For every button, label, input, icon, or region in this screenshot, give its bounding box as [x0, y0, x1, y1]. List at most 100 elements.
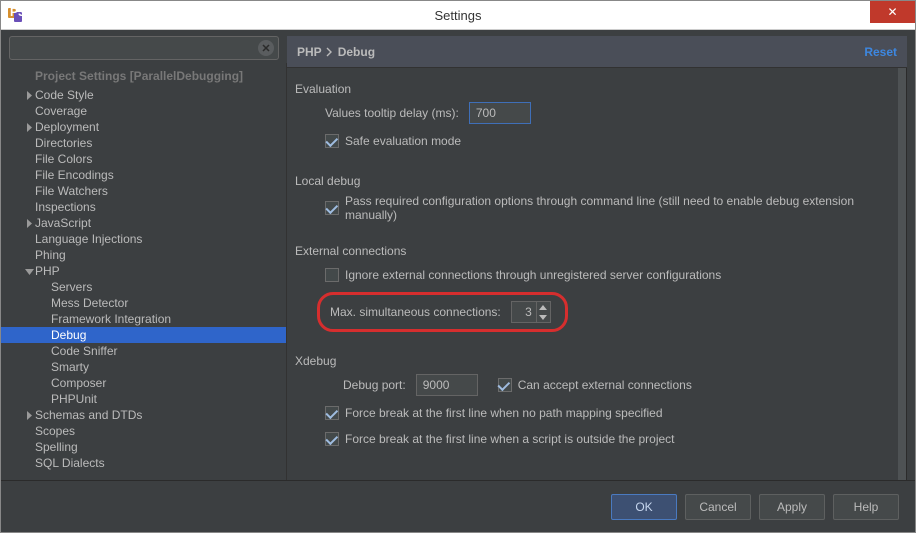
- tree-item-code-style[interactable]: Code Style: [1, 87, 286, 103]
- tree-arrow-icon: [23, 217, 35, 229]
- breadcrumb-php: PHP: [297, 45, 322, 59]
- tree-item-label: Code Style: [35, 88, 94, 102]
- tree-item-label: Inspections: [35, 200, 96, 214]
- content-area: Project Settings [ParallelDebugging] Cod…: [1, 30, 915, 480]
- svg-text:PS: PS: [10, 6, 25, 19]
- ignore-external-label: Ignore external connections through unre…: [345, 268, 721, 282]
- tree-item-code-sniffer[interactable]: Code Sniffer: [1, 343, 286, 359]
- tree-item-mess-detector[interactable]: Mess Detector: [1, 295, 286, 311]
- tree-item-label: SQL Dialects: [35, 456, 105, 470]
- tree-arrow-icon: [23, 265, 35, 277]
- titlebar: PS Settings ✕: [1, 1, 915, 30]
- tree-item-label: Schemas and DTDs: [35, 408, 142, 422]
- close-button[interactable]: ✕: [870, 1, 915, 23]
- project-settings-header: Project Settings [ParallelDebugging]: [1, 63, 286, 87]
- tree-item-deployment[interactable]: Deployment: [1, 119, 286, 135]
- tree-arrow-icon: [23, 121, 35, 133]
- cancel-button[interactable]: Cancel: [685, 494, 751, 520]
- ok-button[interactable]: OK: [611, 494, 677, 520]
- tree-item-label: PHPUnit: [51, 392, 97, 406]
- tree-item-label: PHP: [35, 264, 60, 278]
- tree-item-label: File Colors: [35, 152, 92, 166]
- tree-item-spelling[interactable]: Spelling: [1, 439, 286, 455]
- tree-item-label: Code Sniffer: [51, 344, 118, 358]
- breadcrumb: PHP Debug Reset: [287, 36, 907, 68]
- apply-button[interactable]: Apply: [759, 494, 825, 520]
- tree-item-schemas-and-dtds[interactable]: Schemas and DTDs: [1, 407, 286, 423]
- pass-config-label: Pass required configuration options thro…: [345, 194, 880, 222]
- max-connections-label: Max. simultaneous connections:: [330, 305, 501, 319]
- tree-item-servers[interactable]: Servers: [1, 279, 286, 295]
- tree-arrow-icon: [23, 89, 35, 101]
- tree-item-phing[interactable]: Phing: [1, 247, 286, 263]
- force-break-nomap-label: Force break at the first line when no pa…: [345, 406, 663, 420]
- ignore-external-checkbox[interactable]: [325, 268, 339, 282]
- section-xdebug: Xdebug: [295, 354, 890, 368]
- spinner-up-icon[interactable]: [537, 302, 550, 312]
- breadcrumb-debug: Debug: [338, 45, 375, 59]
- chevron-right-icon: [326, 47, 334, 57]
- tree-item-file-encodings[interactable]: File Encodings: [1, 167, 286, 183]
- accept-external-label: Can accept external connections: [518, 378, 692, 392]
- safe-eval-checkbox[interactable]: [325, 134, 339, 148]
- tree-item-label: Debug: [51, 328, 86, 342]
- debug-port-input[interactable]: [416, 374, 478, 396]
- settings-sidebar: Project Settings [ParallelDebugging] Cod…: [1, 30, 287, 480]
- force-break-nomap-checkbox[interactable]: [325, 406, 339, 420]
- tree-item-label: Scopes: [35, 424, 75, 438]
- tree-item-smarty[interactable]: Smarty: [1, 359, 286, 375]
- safe-eval-label: Safe evaluation mode: [345, 134, 461, 148]
- app-icon: PS: [7, 6, 25, 24]
- close-icon: ✕: [887, 5, 897, 19]
- tree-item-label: Coverage: [35, 104, 87, 118]
- tree-item-debug[interactable]: Debug: [1, 327, 286, 343]
- dialog-footer: OK Cancel Apply Help: [1, 480, 915, 532]
- tree-item-sql-dialects[interactable]: SQL Dialects: [1, 455, 286, 471]
- help-button[interactable]: Help: [833, 494, 899, 520]
- tree-item-framework-integration[interactable]: Framework Integration: [1, 311, 286, 327]
- pass-config-checkbox[interactable]: [325, 201, 339, 215]
- tree-item-label: Language Injections: [35, 232, 142, 246]
- tree-item-file-colors[interactable]: File Colors: [1, 151, 286, 167]
- tree-item-label: File Encodings: [35, 168, 114, 182]
- settings-panel: Evaluation Values tooltip delay (ms): Sa…: [287, 68, 907, 480]
- tree-item-directories[interactable]: Directories: [1, 135, 286, 151]
- spinner-down-icon[interactable]: [537, 312, 550, 322]
- tree-item-file-watchers[interactable]: File Watchers: [1, 183, 286, 199]
- clear-search-icon[interactable]: [258, 40, 274, 56]
- reset-link[interactable]: Reset: [864, 45, 897, 59]
- tree-item-label: JavaScript: [35, 216, 91, 230]
- max-connections-input[interactable]: [511, 301, 551, 323]
- tree-item-scopes[interactable]: Scopes: [1, 423, 286, 439]
- tooltip-delay-input[interactable]: [469, 102, 531, 124]
- settings-tree[interactable]: Project Settings [ParallelDebugging] Cod…: [1, 63, 287, 480]
- tree-item-language-injections[interactable]: Language Injections: [1, 231, 286, 247]
- tree-item-label: Framework Integration: [51, 312, 171, 326]
- force-break-outside-label: Force break at the first line when a scr…: [345, 432, 675, 446]
- accept-external-checkbox[interactable]: [498, 378, 512, 392]
- tree-item-javascript[interactable]: JavaScript: [1, 215, 286, 231]
- tree-item-label: Phing: [35, 248, 66, 262]
- tooltip-delay-label: Values tooltip delay (ms):: [325, 106, 459, 120]
- search-input[interactable]: [9, 36, 279, 60]
- tree-item-label: Smarty: [51, 360, 89, 374]
- tree-item-inspections[interactable]: Inspections: [1, 199, 286, 215]
- tree-item-composer[interactable]: Composer: [1, 375, 286, 391]
- panel-scrollbar[interactable]: [898, 68, 906, 480]
- settings-detail: PHP Debug Reset Evaluation Values toolti…: [287, 30, 915, 480]
- section-evaluation: Evaluation: [295, 82, 890, 96]
- tree-item-coverage[interactable]: Coverage: [1, 103, 286, 119]
- tree-item-phpunit[interactable]: PHPUnit: [1, 391, 286, 407]
- tree-item-label: Mess Detector: [51, 296, 128, 310]
- section-external: External connections: [295, 244, 890, 258]
- tree-item-label: Deployment: [35, 120, 99, 134]
- section-local-debug: Local debug: [295, 174, 890, 188]
- window-title: Settings: [435, 8, 482, 23]
- tree-item-label: Composer: [51, 376, 106, 390]
- tree-item-php[interactable]: PHP: [1, 263, 286, 279]
- tree-item-label: Directories: [35, 136, 92, 150]
- max-connections-value[interactable]: [512, 305, 536, 319]
- max-connections-highlight: Max. simultaneous connections:: [317, 292, 568, 332]
- force-break-outside-checkbox[interactable]: [325, 432, 339, 446]
- tree-arrow-icon: [23, 409, 35, 421]
